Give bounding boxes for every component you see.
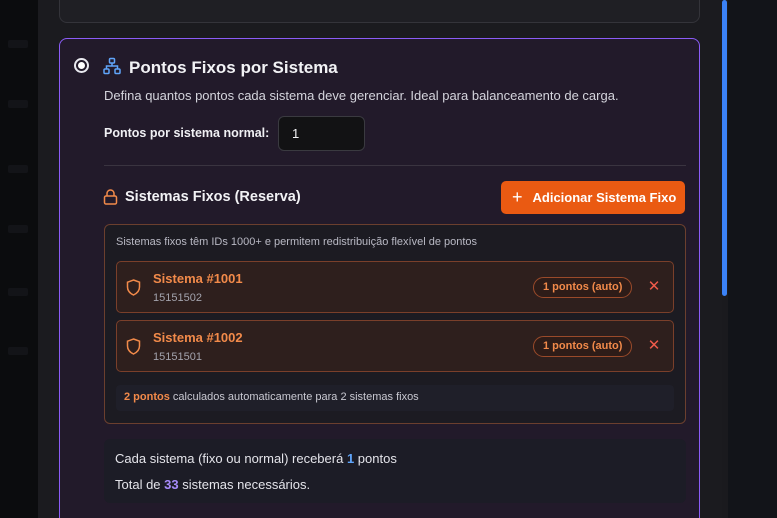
section-divider [104, 165, 686, 166]
remove-system-icon[interactable]: ✕ [647, 277, 661, 297]
plus-icon: + [512, 186, 523, 207]
option-title: Pontos Fixos por Sistema [129, 58, 338, 77]
option-description: Defina quantos pontos cada sistema deve … [104, 88, 619, 103]
fixed-system-code: 15151501 [153, 351, 202, 363]
auto-calculation-note: 2 pontos calculados automaticamente para… [116, 385, 674, 411]
shield-icon [126, 338, 141, 355]
option-card-fixed-points[interactable]: Pontos Fixos por Sistema Defina quantos … [59, 38, 700, 518]
summary-total-line: Total de 33 sistemas necessários. [115, 477, 310, 492]
summary-total-value: 33 [164, 477, 179, 492]
summary-box: Cada sistema (fixo ou normal) receberá 1… [104, 439, 686, 503]
fixed-system-item: Sistema #1001 15151502 1 pontos (auto) ✕ [116, 261, 674, 313]
add-fixed-system-label: Adicionar Sistema Fixo [532, 190, 677, 205]
points-badge: 1 pontos (auto) [533, 336, 633, 357]
remove-system-icon[interactable]: ✕ [647, 336, 661, 356]
fixed-systems-note: Sistemas fixos têm IDs 1000+ e permitem … [116, 236, 478, 248]
summary-points-suffix: pontos [354, 451, 397, 466]
summary-points-line: Cada sistema (fixo ou normal) receberá 1… [115, 451, 397, 466]
option-radio-selected[interactable] [74, 58, 89, 73]
add-fixed-system-button[interactable]: + Adicionar Sistema Fixo [501, 181, 685, 214]
summary-total-suffix: sistemas necessários. [178, 477, 311, 492]
auto-calculation-text: calculados automaticamente para 2 sistem… [169, 391, 419, 403]
fixed-system-name: Sistema #1001 [153, 271, 243, 286]
network-icon [103, 57, 121, 75]
auto-calculation-points: 2 pontos [124, 391, 170, 403]
shield-icon [126, 279, 141, 296]
fixed-system-name: Sistema #1002 [153, 330, 243, 345]
background-right-panel [728, 0, 777, 518]
fixed-systems-box: Sistemas fixos têm IDs 1000+ e permitem … [104, 224, 686, 424]
points-per-system-input[interactable] [278, 116, 365, 151]
summary-points-prefix: Cada sistema (fixo ou normal) receberá [115, 451, 347, 466]
points-per-system-label: Pontos por sistema normal: [104, 126, 270, 140]
scrollbar-thumb[interactable] [722, 0, 727, 296]
previous-option-card[interactable] [59, 0, 700, 23]
summary-total-prefix: Total de [115, 477, 165, 492]
points-badge: 1 pontos (auto) [533, 277, 633, 298]
fixed-systems-title: Sistemas Fixos (Reserva) [125, 189, 301, 205]
fixed-system-code: 15151502 [153, 292, 202, 304]
lock-icon [103, 189, 118, 205]
fixed-system-item: Sistema #1002 15151501 1 pontos (auto) ✕ [116, 320, 674, 372]
